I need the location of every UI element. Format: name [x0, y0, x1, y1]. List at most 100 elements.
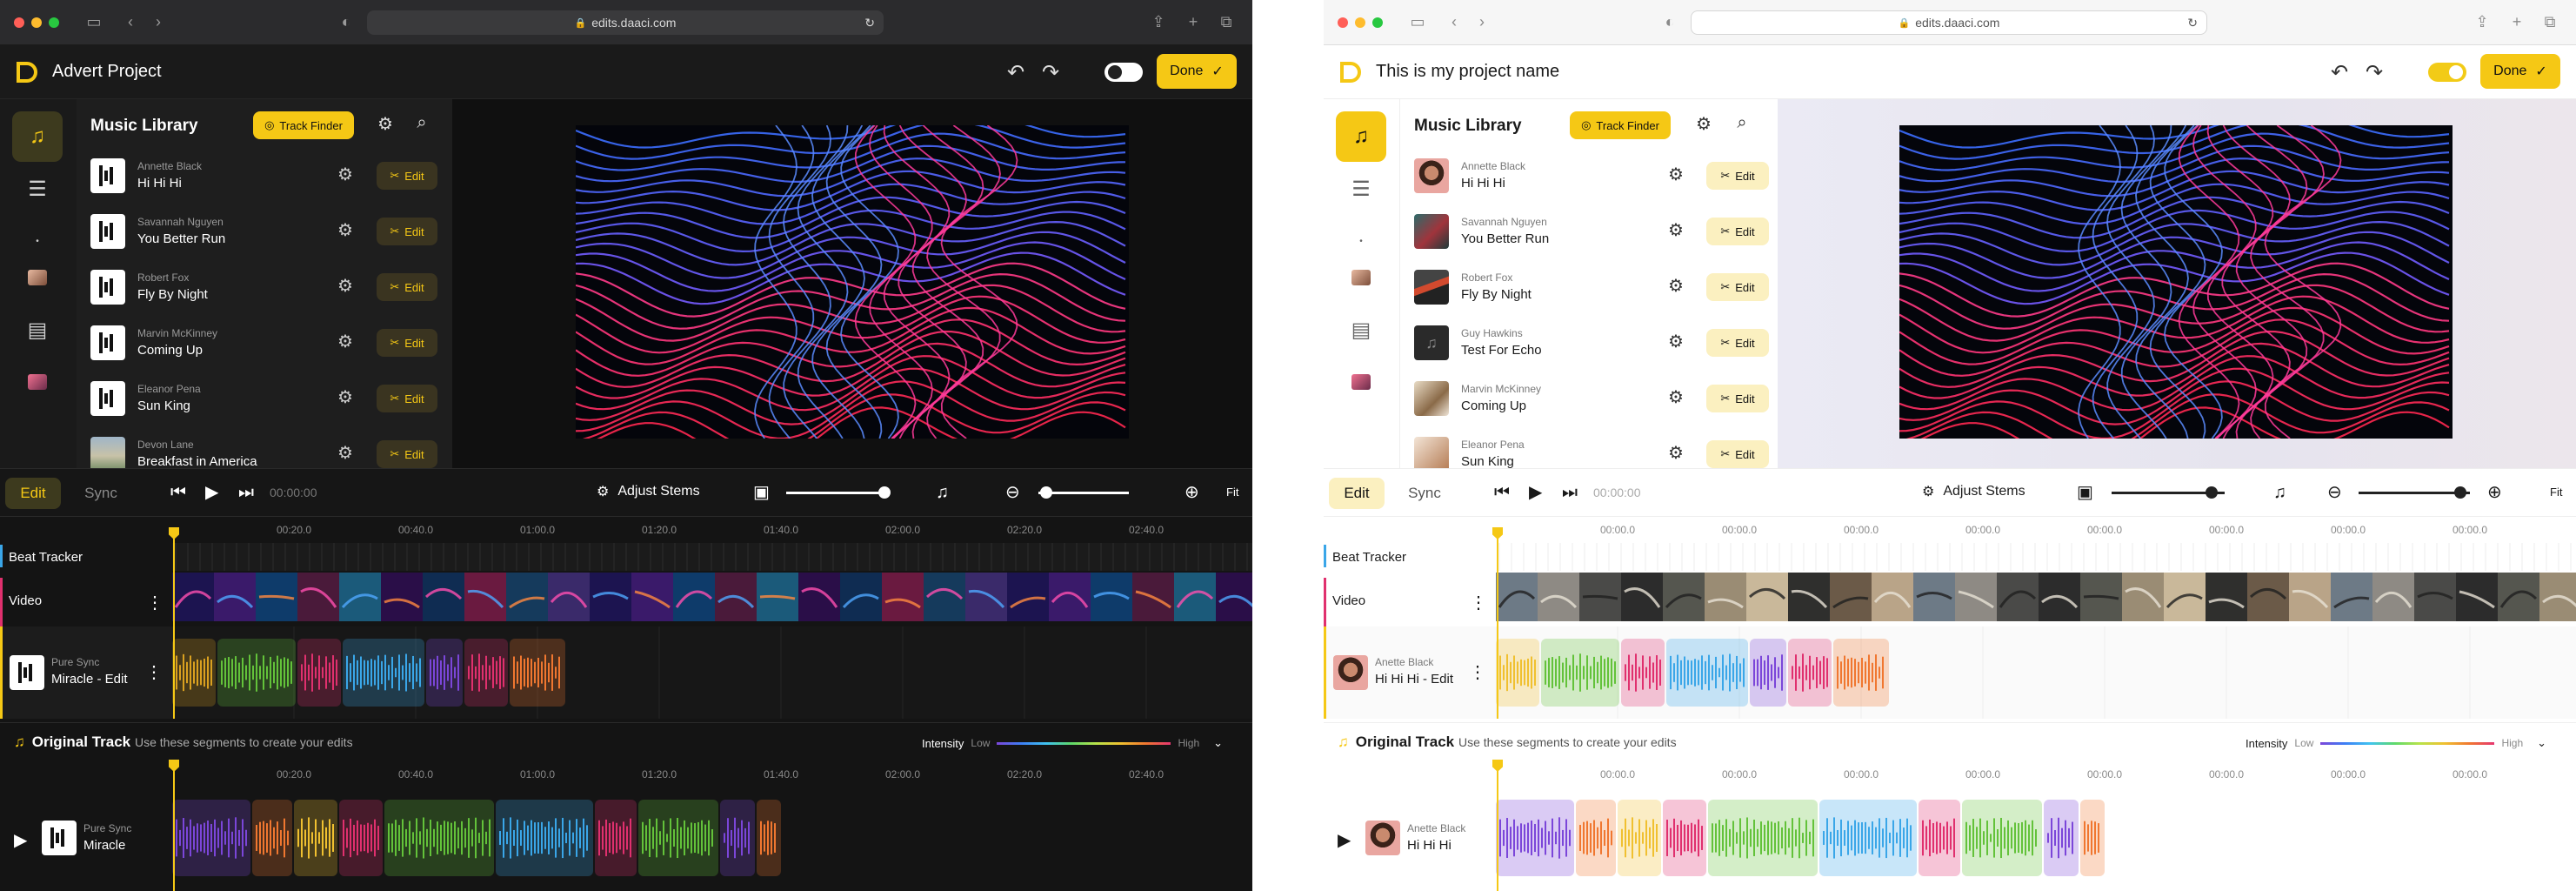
zoom-knob[interactable]: [2454, 486, 2466, 499]
tab-sync[interactable]: Sync: [1397, 478, 1452, 509]
track-edit-button[interactable]: ✂ Edit: [1706, 162, 1769, 190]
collapse-icon[interactable]: ⌄: [2537, 736, 2546, 750]
playhead[interactable]: [173, 533, 175, 719]
sidebar-item-photos[interactable]: [1336, 357, 1386, 407]
library-track-row[interactable]: Marvin McKinney Coming Up ⚙ ✂ Edit: [77, 315, 452, 371]
fit-button[interactable]: Fit: [2550, 486, 2562, 499]
waveform-segment[interactable]: [1750, 639, 1786, 707]
search-icon[interactable]: ⌕: [1731, 113, 1753, 133]
video-menu-icon[interactable]: ⋮: [1470, 592, 1487, 613]
library-track-row[interactable]: Annette BlackHi Hi Hi⚙✂Edit⋮: [1400, 148, 1799, 204]
library-track-row[interactable]: Eleanor PenaSun King⚙✂Edit⋮: [1400, 426, 1799, 468]
undo-icon[interactable]: ↶: [1004, 60, 1028, 85]
waveform-segment[interactable]: [496, 800, 593, 876]
track-settings-icon[interactable]: ⚙: [337, 388, 353, 407]
waveform-segment[interactable]: [1663, 800, 1706, 876]
waveform-segment[interactable]: [172, 800, 250, 876]
sidebar-toggle-icon[interactable]: ▭: [83, 12, 104, 31]
new-tab-icon[interactable]: +: [2506, 12, 2527, 31]
track-edit-button[interactable]: ✂ Edit: [1706, 218, 1769, 245]
project-name[interactable]: This is my project name: [1376, 62, 1559, 82]
tab-overview-icon[interactable]: ⧉: [1216, 12, 1237, 31]
new-tab-icon[interactable]: +: [1183, 12, 1204, 31]
forward-icon[interactable]: ›: [1472, 12, 1492, 31]
privacy-shield-icon[interactable]: ◐: [1659, 12, 1680, 31]
track-settings-icon[interactable]: ⚙: [337, 165, 353, 184]
music-lane[interactable]: [172, 626, 1252, 719]
sidebar-item-images[interactable]: [1336, 252, 1386, 303]
zoom-in-icon[interactable]: ⊕: [2487, 482, 2502, 503]
track-edit-button[interactable]: ✂ Edit: [377, 329, 437, 357]
close-window-button[interactable]: [1338, 17, 1348, 28]
undo-icon[interactable]: ↶: [2327, 60, 2352, 85]
waveform-segment[interactable]: [294, 800, 337, 876]
waveform-segment[interactable]: [1708, 800, 1818, 876]
track-finder-button[interactable]: ◎ Track Finder: [1570, 111, 1671, 139]
tab-overview-icon[interactable]: ⧉: [2539, 12, 2560, 31]
track-edit-button[interactable]: ✂ Edit: [377, 162, 437, 190]
playhead[interactable]: [1497, 533, 1498, 719]
zoom-out-icon[interactable]: ⊖: [1005, 482, 1020, 503]
address-bar[interactable]: 🔒 edits.daaci.com ↻: [1691, 10, 2207, 35]
collapse-icon[interactable]: ⌄: [1213, 736, 1223, 750]
track-edit-button[interactable]: ✂ Edit: [377, 273, 437, 301]
library-track-row[interactable]: Devon Lane Breakfast in America ⚙ ✂ Edit: [77, 426, 452, 468]
reload-icon[interactable]: ↻: [2187, 16, 2198, 30]
waveform-segment[interactable]: [2044, 800, 2079, 876]
track-settings-icon[interactable]: ⚙: [337, 277, 353, 296]
waveform-segment[interactable]: [1833, 639, 1889, 707]
waveform-segment[interactable]: [297, 639, 341, 707]
sidebar-item-music[interactable]: ♫: [1336, 111, 1386, 162]
original-playhead[interactable]: [1497, 765, 1498, 891]
waveform-segment[interactable]: [1666, 639, 1748, 707]
share-icon[interactable]: ⇪: [2472, 12, 2493, 31]
track-settings-icon[interactable]: ⚙: [1668, 444, 1684, 463]
track-settings-icon[interactable]: ⚙: [1668, 277, 1684, 296]
library-track-row[interactable]: Marvin McKinneyComing Up⚙✂Edit⋮: [1400, 371, 1799, 426]
library-track-row[interactable]: Robert Fox Fly By Night ⚙ ✂ Edit: [77, 259, 452, 315]
play-original-icon[interactable]: ▶: [14, 829, 27, 851]
adjust-stems-button[interactable]: ⚙ Adjust Stems: [597, 483, 700, 500]
video-menu-icon[interactable]: ⋮: [146, 592, 164, 613]
reload-icon[interactable]: ↻: [864, 16, 875, 30]
waveform-segment[interactable]: [1919, 800, 1960, 876]
search-icon[interactable]: ⌕: [410, 113, 433, 133]
track-edit-button[interactable]: ✂ Edit: [1706, 273, 1769, 301]
video-frame[interactable]: [576, 125, 1129, 439]
track-settings-icon[interactable]: ⚙: [337, 444, 353, 463]
track-settings-icon[interactable]: ⚙: [1668, 388, 1684, 407]
done-button[interactable]: Done ✓: [1157, 54, 1237, 89]
minimize-window-button[interactable]: [1355, 17, 1365, 28]
volume-balance-slider[interactable]: [2112, 486, 2225, 499]
volume-balance-slider[interactable]: [786, 486, 891, 499]
waveform-segment[interactable]: [1496, 800, 1574, 876]
waveform-segment[interactable]: [252, 800, 292, 876]
library-track-row[interactable]: Savannah NguyenYou Better Run⚙✂Edit⋮: [1400, 204, 1799, 259]
track-settings-icon[interactable]: ⚙: [1668, 165, 1684, 184]
zoom-window-button[interactable]: [1372, 17, 1383, 28]
track-settings-icon[interactable]: ⚙: [337, 221, 353, 240]
theme-toggle[interactable]: [2428, 63, 2466, 82]
play-icon[interactable]: ▶: [205, 482, 218, 503]
track-settings-icon[interactable]: ⚙: [337, 332, 353, 352]
sidebar-item-music[interactable]: ♫: [12, 111, 63, 162]
waveform-segment[interactable]: [339, 800, 383, 876]
theme-toggle[interactable]: [1104, 63, 1143, 82]
forward-icon[interactable]: ›: [148, 12, 169, 31]
minimize-window-button[interactable]: [31, 17, 42, 28]
music-track-menu-icon[interactable]: ⋮: [145, 661, 163, 683]
play-original-icon[interactable]: ▶: [1338, 829, 1351, 851]
fast-forward-icon[interactable]: ⏭: [238, 482, 254, 503]
fast-forward-icon[interactable]: ⏭: [1562, 482, 1578, 503]
library-track-row[interactable]: Robert FoxFly By Night⚙✂Edit⋮: [1400, 259, 1799, 315]
tab-sync[interactable]: Sync: [73, 478, 129, 509]
waveform-segment[interactable]: [1576, 800, 1616, 876]
adjust-stems-button[interactable]: ⚙ Adjust Stems: [1922, 483, 2025, 500]
redo-icon[interactable]: ↷: [2362, 60, 2386, 85]
sidebar-item-list[interactable]: ☰: [12, 164, 63, 214]
library-track-row[interactable]: Annette Black Hi Hi Hi ⚙ ✂ Edit: [77, 148, 452, 204]
volume-balance-knob[interactable]: [878, 486, 891, 499]
waveform-segment[interactable]: [2080, 800, 2105, 876]
waveform-segment[interactable]: [595, 800, 637, 876]
back-icon[interactable]: ‹: [1444, 12, 1465, 31]
